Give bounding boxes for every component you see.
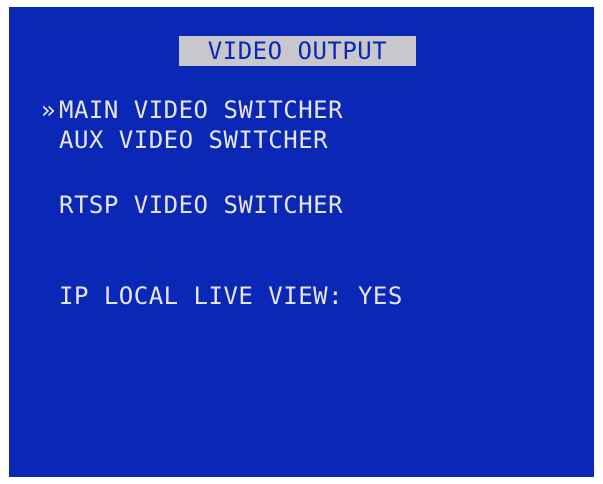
menu-item-label: MAIN VIDEO SWITCHER <box>59 96 344 124</box>
page-title: VIDEO OUTPUT <box>207 37 388 65</box>
menu-item-label: IP LOCAL LIVE VIEW: YES <box>59 282 403 310</box>
selection-cursor-icon: » <box>41 96 56 124</box>
menu-item-rtsp-video-switcher[interactable]: RTSP VIDEO SWITCHER <box>41 191 343 219</box>
title-bar: VIDEO OUTPUT <box>179 36 416 66</box>
menu-item-label: AUX VIDEO SWITCHER <box>59 126 329 154</box>
menu-item-label: RTSP VIDEO SWITCHER <box>59 191 344 219</box>
menu-item-aux-video-switcher[interactable]: AUX VIDEO SWITCHER <box>41 126 328 154</box>
menu-item-ip-local-live-view[interactable]: IP LOCAL LIVE VIEW: YES <box>41 282 403 310</box>
menu-item-main-video-switcher[interactable]: » MAIN VIDEO SWITCHER <box>41 96 343 124</box>
osd-screen: VIDEO OUTPUT » MAIN VIDEO SWITCHER AUX V… <box>9 7 594 477</box>
